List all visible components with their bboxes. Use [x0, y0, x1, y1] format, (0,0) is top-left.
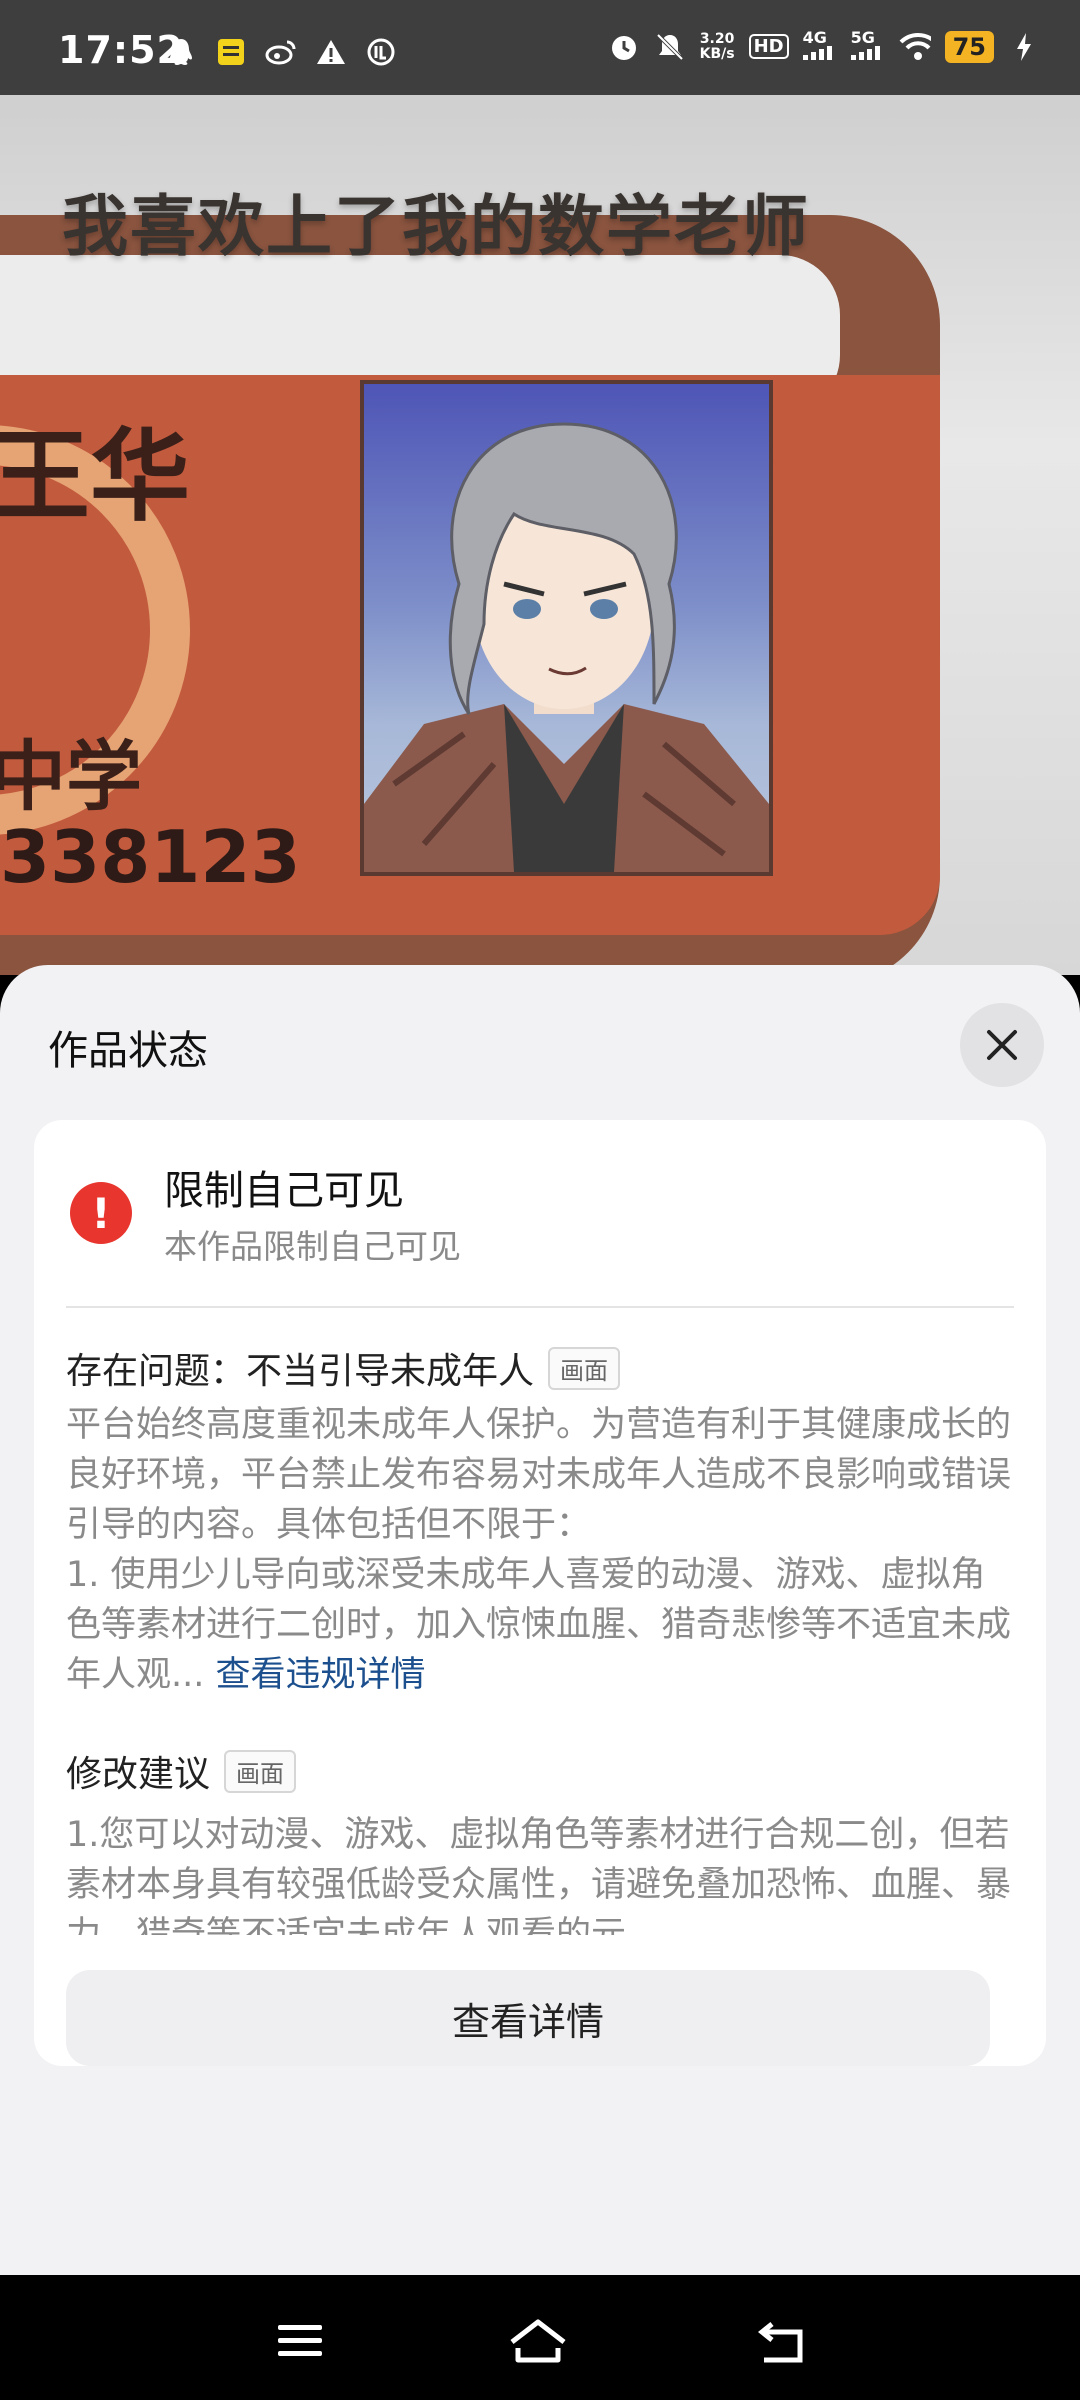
home-icon	[510, 2319, 566, 2363]
sheet-title: 作品状态	[48, 1028, 208, 1074]
issue-label: 存在问题：不当引导未成年人	[66, 1351, 535, 1392]
card-school: 中学	[0, 732, 142, 821]
navigation-bar	[0, 2275, 1080, 2400]
character-portrait	[360, 380, 773, 876]
card-name: 王华	[0, 418, 190, 535]
issue-tag: 画面	[548, 1346, 621, 1390]
close-icon	[987, 1030, 1017, 1060]
card-id-number: 338123	[0, 815, 301, 899]
net-speed: 3.20 KB/s	[699, 30, 735, 62]
video-title-overlay: 我喜欢上了我的数学老师	[62, 188, 810, 265]
divider	[66, 1306, 1014, 1308]
wifi-icon	[899, 31, 931, 63]
qq-icon	[165, 36, 197, 68]
status-subtitle: 本作品限制自己可见	[164, 1227, 461, 1266]
charging-icon	[1008, 31, 1040, 63]
nav-home-button[interactable]	[508, 2313, 568, 2369]
status-bar: 17:52 3.20 KB/s HD 4G 5G 75	[0, 0, 1080, 95]
suggestion-label: 修改建议	[66, 1754, 211, 1795]
sim1-signal: 4G	[802, 30, 837, 63]
battery-level: 75	[944, 30, 994, 63]
alarm-icon	[608, 31, 640, 63]
violation-details-link[interactable]: 查看违规详情	[216, 1655, 426, 1695]
view-details-button[interactable]: 查看详情	[66, 1970, 990, 2066]
close-button[interactable]	[960, 1003, 1044, 1087]
suggestion-header: 修改建议 画面	[66, 1745, 297, 1797]
work-status-sheet: 作品状态 ! 限制自己可见 本作品限制自己可见 存在问题：不当引导未成年人 画面…	[0, 965, 1080, 2275]
weibo-icon	[265, 36, 297, 68]
issue-description: 平台始终高度重视未成年人保护。为营造有利于其健康成长的良好环境，平台禁止发布容易…	[66, 1400, 1016, 1700]
issue-header: 存在问题：不当引导未成年人 画面	[66, 1342, 621, 1394]
app-badge-icon	[215, 36, 247, 68]
suggestion-text: 1.您可以对动漫、游戏、虚拟角色等素材进行合规二创，但若素材本身具有较强低龄受众…	[66, 1815, 1012, 1935]
suggestion-tag: 画面	[224, 1749, 297, 1793]
notification-icons	[165, 36, 397, 68]
issue-text: 平台始终高度重视未成年人保护。为营造有利于其健康成长的良好环境，平台禁止发布容易…	[66, 1405, 1012, 1695]
video-frame[interactable]: 王华 中学 338123 我喜欢上了我的数学老师	[0, 95, 1080, 975]
sim2-signal: 5G	[850, 30, 885, 63]
system-status-icons: 3.20 KB/s HD 4G 5G 75	[608, 30, 1040, 63]
alert-circle-icon: !	[70, 1182, 132, 1244]
status-panel: ! 限制自己可见 本作品限制自己可见 存在问题：不当引导未成年人 画面 平台始终…	[34, 1120, 1046, 2066]
mute-icon	[654, 31, 686, 63]
menu-icon	[278, 2325, 322, 2356]
back-icon	[757, 2322, 803, 2363]
warning-icon	[315, 36, 347, 68]
app-circle-icon	[365, 36, 397, 68]
status-title: 限制自己可见	[164, 1168, 404, 1214]
nav-menu-button[interactable]	[270, 2313, 330, 2369]
nav-back-button[interactable]	[752, 2313, 812, 2369]
hd-badge: HD	[748, 34, 789, 59]
